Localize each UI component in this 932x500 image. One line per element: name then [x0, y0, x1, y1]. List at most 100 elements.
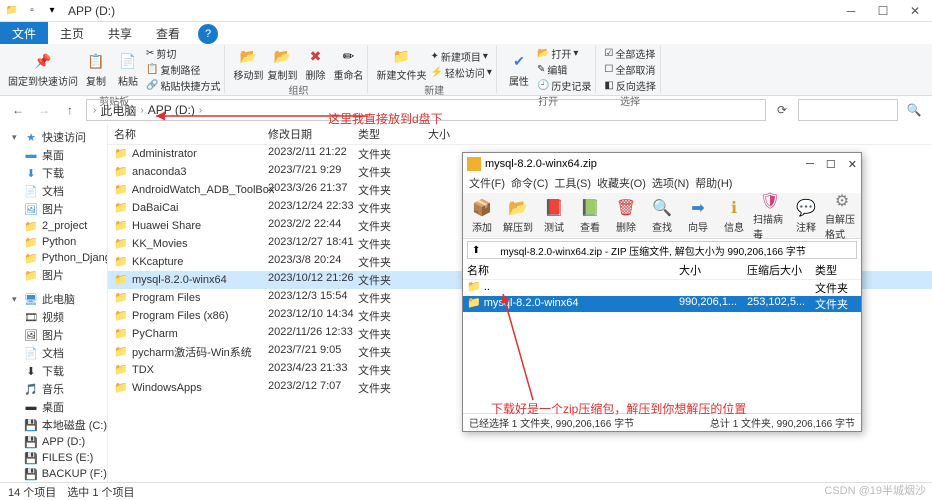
copy-button[interactable]: 📋复制	[82, 52, 110, 88]
zip-col-size[interactable]: 大小	[679, 262, 747, 278]
sidebar-django[interactable]: 📁Python_Django	[0, 250, 107, 266]
breadcrumb[interactable]: › 此电脑 › APP (D:) ›	[86, 99, 766, 121]
sidebar-dl2[interactable]: ⬇下载	[0, 362, 107, 380]
zip-menubar: 文件(F) 命令(C) 工具(S) 收藏夹(O) 选项(N) 帮助(H)	[463, 175, 861, 193]
rename-button[interactable]: ✏重命名	[333, 46, 363, 82]
maximize-button[interactable]: ☐	[876, 4, 890, 18]
zip-window: mysql-8.2.0-winx64.zip ─ ☐ ✕ 文件(F) 命令(C)…	[462, 152, 862, 432]
copyto-button[interactable]: 📂复制到	[267, 46, 297, 82]
address-bar: ← → ↑ › 此电脑 › APP (D:) › ⟳ 🔍	[0, 96, 932, 124]
sidebar-pictures2[interactable]: 🖼图片	[0, 326, 107, 344]
zip-menu-tools[interactable]: 工具(S)	[552, 175, 593, 193]
sidebar-desktop2[interactable]: ▬桌面	[0, 398, 107, 416]
sidebar-ddrive[interactable]: 💾APP (D:)	[0, 434, 107, 450]
col-header-size[interactable]: 大小	[428, 126, 478, 142]
select-none-button[interactable]: ☐ 全部取消	[604, 62, 655, 77]
zip-col-comp[interactable]: 压缩后大小	[747, 262, 815, 278]
invert-select-button[interactable]: ◧ 反向选择	[604, 78, 655, 93]
search-input[interactable]	[798, 99, 898, 121]
properties-button[interactable]: ✔属性	[505, 52, 533, 88]
up-arrow-icon[interactable]: ⬆	[472, 245, 480, 256]
sidebar-python[interactable]: 📁Python	[0, 234, 107, 250]
zip-comment-button[interactable]: 💬注释	[789, 195, 823, 236]
paste-button[interactable]: 📄粘贴	[114, 52, 142, 88]
bc-segment[interactable]: APP (D:)	[148, 103, 195, 117]
history-button[interactable]: 🕘 历史记录	[537, 78, 591, 93]
pin-button[interactable]: 📌固定到快速访问	[8, 52, 78, 88]
window-title: APP (D:)	[68, 4, 115, 18]
new-group-label: 新建	[376, 82, 491, 98]
zip-menu-fav[interactable]: 收藏夹(O)	[595, 175, 648, 193]
sidebar-pictures[interactable]: 🖼图片	[0, 200, 107, 218]
zip-maximize-button[interactable]: ☐	[826, 158, 836, 171]
col-header-type[interactable]: 类型	[358, 126, 428, 142]
open-button[interactable]: 📂 打开 ▾	[537, 46, 591, 61]
sidebar-quick-access[interactable]: ▾★快速访问	[0, 128, 107, 146]
new-item-button[interactable]: ✦ 新建项目 ▾	[430, 49, 491, 64]
sidebar-pics2[interactable]: 📁图片	[0, 266, 107, 284]
zip-table-row[interactable]: 📁 ..文件夹	[463, 280, 861, 296]
zip-menu-file[interactable]: 文件(F)	[467, 175, 507, 193]
zip-sfx-button[interactable]: ⚙自解压格式	[825, 195, 859, 236]
refresh-button[interactable]: ⟳	[772, 100, 792, 120]
sidebar-project[interactable]: 📁2_project	[0, 218, 107, 234]
easy-access-button[interactable]: ⚡ 轻松访问 ▾	[430, 65, 491, 80]
zip-menu-help[interactable]: 帮助(H)	[693, 175, 734, 193]
edit-button[interactable]: ✎ 编辑	[537, 62, 591, 77]
sidebar-video[interactable]: 🎞视频	[0, 308, 107, 326]
close-button[interactable]: ✕	[908, 4, 922, 18]
sidebar-edrive[interactable]: 💾FILES (E:)	[0, 450, 107, 466]
zip-col-type[interactable]: 类型	[815, 262, 857, 278]
delete-button[interactable]: ✖删除	[301, 46, 329, 82]
back-button[interactable]: ←	[8, 100, 28, 120]
select-all-button[interactable]: ☑ 全部选择	[604, 46, 655, 61]
bc-segment[interactable]: 此电脑	[100, 102, 136, 119]
zip-find-button[interactable]: 🔍查找	[645, 195, 679, 236]
minimize-button[interactable]: ─	[844, 4, 858, 18]
copy-path-button[interactable]: 📋 复制路径	[146, 62, 220, 77]
zip-extract-button[interactable]: 📂解压到	[501, 195, 535, 236]
cut-button[interactable]: ✂ 剪切	[146, 46, 220, 61]
tab-share[interactable]: 共享	[96, 22, 144, 44]
zip-table-row[interactable]: 📁 mysql-8.2.0-winx64990,206,1...253,102,…	[463, 296, 861, 312]
archive-icon	[484, 244, 496, 256]
zip-info-button[interactable]: ℹ信息	[717, 195, 751, 236]
sidebar-docs2[interactable]: 📄文档	[0, 344, 107, 362]
zip-scan-button[interactable]: 🛡扫描病毒	[753, 195, 787, 236]
zip-addr-text: mysql-8.2.0-winx64.zip - ZIP 压缩文件, 解包大小为…	[500, 243, 805, 258]
zip-menu-opt[interactable]: 选项(N)	[650, 175, 691, 193]
sidebar-documents[interactable]: 📄文档	[0, 182, 107, 200]
sidebar-downloads[interactable]: ⬇下载	[0, 164, 107, 182]
zip-wizard-button[interactable]: ➡向导	[681, 195, 715, 236]
tab-file[interactable]: 文件	[0, 22, 48, 44]
tab-home[interactable]: 主页	[48, 22, 96, 44]
moveto-button[interactable]: 📂移动到	[233, 46, 263, 82]
up-button[interactable]: ↑	[60, 100, 80, 120]
sidebar-desktop[interactable]: ▬桌面	[0, 146, 107, 164]
zip-address-bar[interactable]: ⬆ mysql-8.2.0-winx64.zip - ZIP 压缩文件, 解包大…	[467, 241, 857, 259]
help-icon[interactable]: ?	[198, 24, 218, 44]
forward-button[interactable]: →	[34, 100, 54, 120]
search-icon[interactable]: 🔍	[904, 100, 924, 120]
sidebar-cdrive[interactable]: 💾本地磁盘 (C:)	[0, 416, 107, 434]
col-header-name[interactable]: 名称	[108, 126, 268, 142]
ribbon: 📌固定到快速访问 📋复制 📄粘贴 ✂ 剪切 📋 复制路径 🔗 粘贴快捷方式 剪贴…	[0, 44, 932, 96]
col-header-date[interactable]: 修改日期	[268, 126, 358, 142]
new-folder-button[interactable]: 📁新建文件夹	[376, 46, 426, 82]
zip-add-button[interactable]: 📦添加	[465, 195, 499, 236]
qat-dropdown-icon[interactable]: ▾	[44, 3, 60, 19]
zip-minimize-button[interactable]: ─	[806, 158, 814, 171]
zip-delete-button[interactable]: 🗑删除	[609, 195, 643, 236]
zip-menu-command[interactable]: 命令(C)	[509, 175, 550, 193]
status-bar: 14 个项目 选中 1 个项目	[0, 482, 932, 500]
zip-view-button[interactable]: 📗查看	[573, 195, 607, 236]
sidebar-fdrive[interactable]: 💾BACKUP (F:)	[0, 466, 107, 482]
sidebar-music[interactable]: 🎵音乐	[0, 380, 107, 398]
paste-shortcut-button[interactable]: 🔗 粘贴快捷方式	[146, 78, 220, 93]
zip-close-button[interactable]: ✕	[848, 158, 857, 171]
sidebar-thispc[interactable]: ▾🖥此电脑	[0, 290, 107, 308]
zip-test-button[interactable]: 📕测试	[537, 195, 571, 236]
zip-col-name[interactable]: 名称	[467, 262, 679, 278]
qat-icon[interactable]: ▫	[24, 3, 40, 19]
tab-view[interactable]: 查看	[144, 22, 192, 44]
